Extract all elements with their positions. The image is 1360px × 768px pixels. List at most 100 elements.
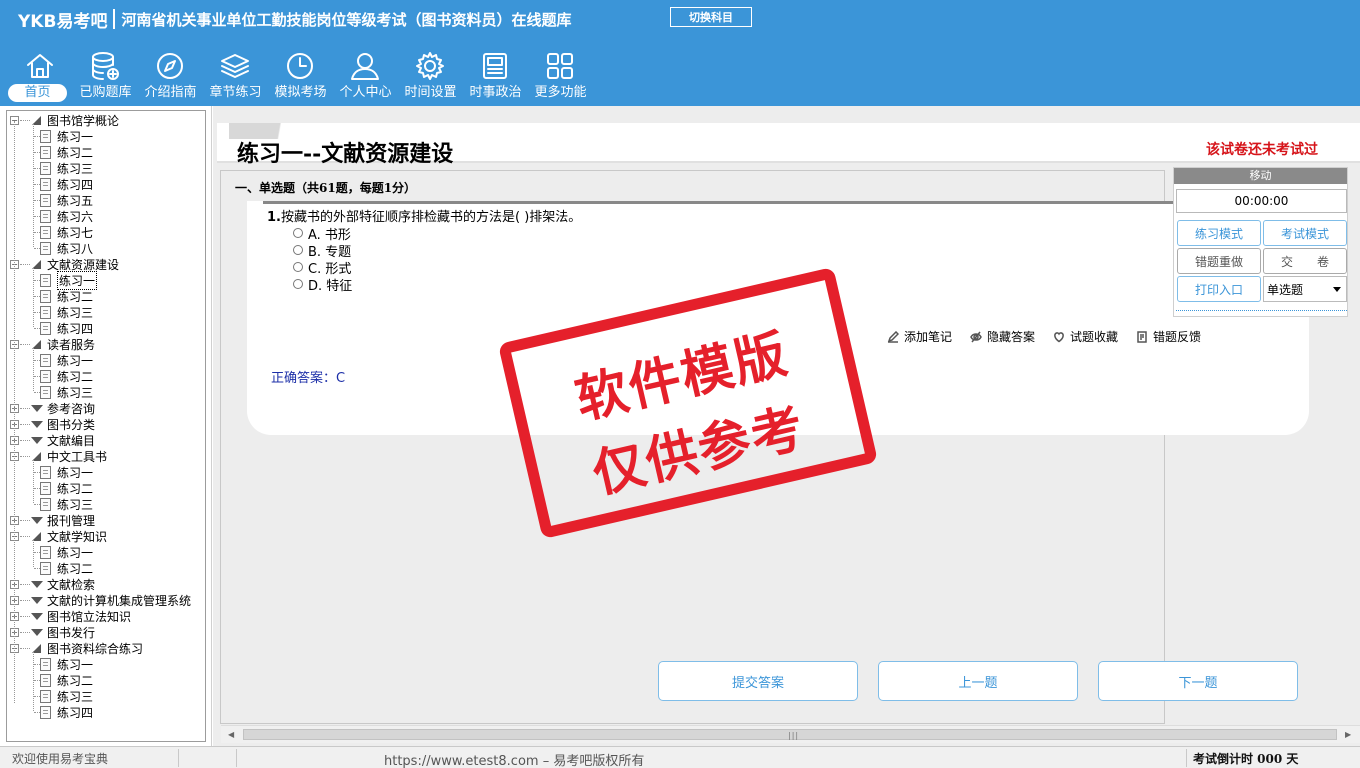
option-c[interactable]: C. 形式 xyxy=(293,259,351,277)
tree-connector xyxy=(20,535,30,537)
pencil-icon xyxy=(887,330,900,343)
tree-guide-line xyxy=(33,459,34,503)
hand-in-button[interactable]: 交 卷 xyxy=(1263,248,1347,274)
tree-chapter[interactable]: + 图书馆立法知识 xyxy=(7,608,131,624)
tree-guide-line xyxy=(14,121,15,703)
redo-wrong-button[interactable]: 错题重做 xyxy=(1177,248,1261,274)
scroll-left-icon[interactable]: ◀ xyxy=(228,730,234,739)
tree-chapter[interactable]: − 中文工具书 xyxy=(7,448,107,464)
tree-chapter-label: 中文工具书 xyxy=(47,449,108,464)
tree-exercise[interactable]: 练习二 xyxy=(33,480,93,496)
nav-chapter-practice[interactable]: 章节练习 xyxy=(203,46,268,104)
tree-exercise[interactable]: 练习六 xyxy=(33,208,93,224)
option-d[interactable]: D. 特征 xyxy=(293,276,352,294)
document-icon xyxy=(40,497,51,511)
radio-button[interactable] xyxy=(293,279,303,289)
folder-closed-icon xyxy=(31,612,43,620)
tree-exercise[interactable]: 练习三 xyxy=(33,688,93,704)
radio-button[interactable] xyxy=(293,245,303,255)
tree-exercise[interactable]: 练习一 xyxy=(33,128,93,144)
tree-chapter[interactable]: + 报刊管理 xyxy=(7,512,95,528)
tree-exercise[interactable]: 练习二 xyxy=(33,672,93,688)
nav-label: 个人中心 xyxy=(339,85,392,100)
tree-exercise[interactable]: 练习三 xyxy=(33,160,93,176)
tree-exercise[interactable]: 练习三 xyxy=(33,304,93,320)
favorite-question-button[interactable]: 试题收藏 xyxy=(1053,328,1118,345)
radio-button[interactable] xyxy=(293,228,303,238)
tree-exercise[interactable]: 练习一 xyxy=(33,270,98,290)
tree-exercise[interactable]: 练习三 xyxy=(33,496,93,512)
tree-exercise[interactable]: 练习七 xyxy=(33,224,93,240)
add-note-button[interactable]: 添加笔记 xyxy=(887,328,952,345)
question-type-select[interactable]: 单选题 xyxy=(1263,276,1347,302)
document-icon xyxy=(40,465,51,479)
tree-chapter[interactable]: + 图书分类 xyxy=(7,416,95,432)
nav-label: 更多功能 xyxy=(534,85,587,100)
panel-drag-handle[interactable]: 移动 xyxy=(1174,168,1347,184)
error-feedback-button[interactable]: 错题反馈 xyxy=(1136,328,1201,345)
option-a[interactable]: A. 书形 xyxy=(293,225,351,243)
tree-exercise-label: 练习四 xyxy=(57,177,94,192)
tree-exercise[interactable]: 练习一 xyxy=(33,544,93,560)
tree-exercise[interactable]: 练习四 xyxy=(33,176,93,192)
tree-exercise[interactable]: 练习四 xyxy=(33,320,93,336)
tree-exercise[interactable]: 练习八 xyxy=(33,240,93,256)
option-b[interactable]: B. 专题 xyxy=(293,242,351,260)
tree-chapter[interactable]: − 读者服务 xyxy=(7,336,95,352)
tree-connector xyxy=(20,583,30,585)
tree-exercise[interactable]: 练习一 xyxy=(33,352,93,368)
tree-connector xyxy=(20,119,30,121)
tree-chapter[interactable]: − 图书馆学概论 xyxy=(7,112,119,128)
tree-guide-line xyxy=(33,651,34,711)
exam-mode-button[interactable]: 考试模式 xyxy=(1263,220,1347,246)
print-button[interactable]: 打印入口 xyxy=(1177,276,1261,302)
practice-mode-button[interactable]: 练习模式 xyxy=(1177,220,1261,246)
document-icon xyxy=(40,561,51,575)
nav-more[interactable]: 更多功能 xyxy=(528,46,593,104)
tree-exercise[interactable]: 练习五 xyxy=(33,192,93,208)
tree-chapter[interactable]: + 参考咨询 xyxy=(7,400,95,416)
tree-connector xyxy=(20,439,30,441)
panel-resize-edge[interactable] xyxy=(1176,310,1347,316)
tree-chapter-label: 图书发行 xyxy=(47,625,96,640)
tree-exercise[interactable]: 练习三 xyxy=(33,384,93,400)
tree-exercise[interactable]: 练习二 xyxy=(33,288,93,304)
tree-exercise-label: 练习二 xyxy=(57,561,94,576)
tool-label: 错题反馈 xyxy=(1153,330,1202,344)
horizontal-scrollbar[interactable]: ◀ ||| ▶ xyxy=(221,725,1360,743)
exam-control-panel: 移动 00:00:00 练习模式 考试模式 错题重做 交 卷 打印入口 单选题 xyxy=(1173,167,1348,317)
tree-chapter[interactable]: + 文献编目 xyxy=(7,432,95,448)
nav-purchased[interactable]: 已购题库 xyxy=(73,46,138,104)
tree-exercise[interactable]: 练习一 xyxy=(33,656,93,672)
hide-answer-button[interactable]: 隐藏答案 xyxy=(970,328,1035,345)
nav-home[interactable]: 首页 xyxy=(8,46,73,104)
tree-chapter[interactable]: − 图书资料综合练习 xyxy=(7,640,143,656)
tool-label: 隐藏答案 xyxy=(987,330,1036,344)
radio-button[interactable] xyxy=(293,262,303,272)
tree-exercise[interactable]: 练习四 xyxy=(33,704,93,720)
nav-profile[interactable]: 个人中心 xyxy=(333,46,398,104)
nav-time-settings[interactable]: 时间设置 xyxy=(398,46,463,104)
tree-chapter[interactable]: + 文献检索 xyxy=(7,576,95,592)
nav-current-affairs[interactable]: 时事政治 xyxy=(463,46,528,104)
scroll-thumb[interactable]: ||| xyxy=(243,729,1337,740)
tree-exercise-label: 练习四 xyxy=(57,321,94,336)
tree-exercise[interactable]: 练习二 xyxy=(33,368,93,384)
switch-subject-button[interactable]: 切换科目 xyxy=(670,7,752,27)
scroll-right-icon[interactable]: ▶ xyxy=(1345,730,1351,739)
tree-chapter[interactable]: + 文献的计算机集成管理系统 xyxy=(7,592,191,608)
tree-guide-line xyxy=(33,267,34,327)
tree-chapter[interactable]: − 文献学知识 xyxy=(7,528,107,544)
nav-mock-exam[interactable]: 模拟考场 xyxy=(268,46,333,104)
tree-chapter[interactable]: + 图书发行 xyxy=(7,624,95,640)
tree-exercise[interactable]: 练习一 xyxy=(33,464,93,480)
document-icon xyxy=(40,305,51,319)
submit-answer-button[interactable]: 提交答案 xyxy=(658,661,858,701)
next-question-button[interactable]: 下一题 xyxy=(1098,661,1298,701)
tree-exercise[interactable]: 练习二 xyxy=(33,144,93,160)
nav-guide[interactable]: 介绍指南 xyxy=(138,46,203,104)
tree-exercise[interactable]: 练习二 xyxy=(33,560,93,576)
tree-chapter-label: 图书资料综合练习 xyxy=(47,641,144,656)
prev-question-button[interactable]: 上一题 xyxy=(878,661,1078,701)
chapter-tree[interactable]: − 图书馆学概论 练习一 练习二 练习三 练习四 练习五 练习六 练习七 练习八 − 文献资源建设 练习… xyxy=(6,110,206,742)
